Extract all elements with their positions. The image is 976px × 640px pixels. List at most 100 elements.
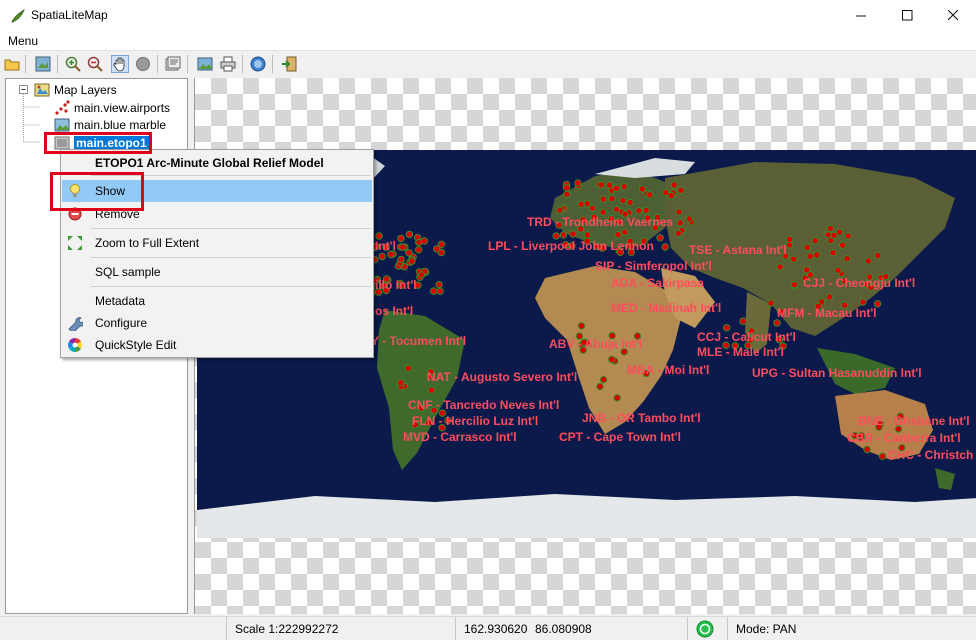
airport-point bbox=[790, 281, 799, 289]
airport-point bbox=[864, 257, 872, 265]
airport-point bbox=[656, 234, 664, 242]
airport-point bbox=[789, 255, 798, 263]
airport-point bbox=[583, 231, 592, 239]
airport-point bbox=[599, 375, 608, 384]
open-icon bbox=[4, 59, 20, 71]
airport-point bbox=[829, 249, 837, 257]
airport-point bbox=[577, 322, 586, 330]
airport-point bbox=[859, 298, 867, 306]
airport-point bbox=[599, 195, 607, 203]
airport-point bbox=[843, 255, 851, 263]
menu-separator bbox=[91, 286, 371, 287]
menu-item-configure[interactable]: Configure bbox=[62, 312, 372, 334]
airport-point bbox=[430, 287, 438, 295]
properties-button[interactable] bbox=[164, 55, 182, 73]
toolbar-separator bbox=[57, 55, 58, 73]
tree-layer-blue-marble[interactable]: main.blue marble bbox=[54, 116, 166, 133]
map-label: SIP - Simferopol Int'l bbox=[595, 259, 712, 273]
tree-root-label: Map Layers bbox=[54, 82, 117, 97]
airport-point bbox=[813, 251, 821, 259]
tree-layer-label: main.view.airports bbox=[74, 100, 171, 115]
airport-point bbox=[826, 224, 835, 233]
tree-layer-label: main.blue marble bbox=[74, 117, 167, 132]
print-button[interactable] bbox=[219, 55, 237, 73]
map-label: MLE - Male Int'l bbox=[697, 345, 784, 359]
airport-point bbox=[427, 386, 436, 394]
airport-point bbox=[670, 181, 678, 189]
pan-icon bbox=[113, 57, 125, 72]
airport-point bbox=[408, 257, 416, 265]
toolbar bbox=[0, 51, 976, 77]
map-label: CJJ - Cheongju Int'l bbox=[803, 276, 916, 290]
point-layer-icon bbox=[55, 99, 70, 115]
airport-point bbox=[433, 245, 441, 253]
menu-item-label: Zoom to Full Extent bbox=[95, 236, 200, 250]
menu-item-quickstyle-edit[interactable]: QuickStyle Edit bbox=[62, 334, 372, 356]
airport-point bbox=[863, 445, 871, 454]
app-icon bbox=[11, 8, 25, 23]
window-title: SpatiaLiteMap bbox=[31, 8, 108, 22]
airport-point bbox=[605, 181, 614, 189]
layer-add-icon bbox=[35, 56, 51, 72]
map-label: TRD - Trondheim Vaernes bbox=[527, 215, 674, 229]
airport-point bbox=[397, 234, 405, 243]
maximize-button[interactable] bbox=[884, 0, 930, 31]
zoom-in-button[interactable] bbox=[64, 55, 82, 73]
zoom-out-button[interactable] bbox=[86, 55, 104, 73]
layer-add-button[interactable] bbox=[34, 55, 52, 73]
close-button[interactable] bbox=[930, 0, 976, 31]
airport-point bbox=[803, 266, 811, 274]
menu-item-zoom-full-extent[interactable]: Zoom to Full Extent bbox=[62, 232, 372, 254]
map-label: CHC - Christch bbox=[888, 448, 974, 462]
tree-layer-airports[interactable]: main.view.airports bbox=[54, 99, 170, 116]
wrench-icon bbox=[68, 317, 83, 331]
map-label: MFM - Macau Int'l bbox=[777, 306, 877, 320]
airport-point bbox=[811, 237, 819, 245]
airport-point bbox=[420, 237, 429, 245]
map-label: JNB - OR Tambo Int'l bbox=[582, 411, 701, 425]
toolbar-separator bbox=[242, 55, 243, 73]
toolbar-separator bbox=[272, 55, 273, 73]
airport-point bbox=[834, 266, 842, 274]
airport-point bbox=[667, 191, 675, 200]
toolbar-separator bbox=[25, 55, 26, 73]
airport-point bbox=[677, 186, 685, 195]
toolbar-separator bbox=[187, 55, 188, 73]
airport-point bbox=[785, 235, 794, 244]
airport-point bbox=[613, 394, 621, 402]
identify-button[interactable] bbox=[134, 55, 152, 73]
airport-point bbox=[588, 204, 597, 212]
airport-point bbox=[563, 190, 571, 199]
airport-point bbox=[773, 319, 781, 327]
menu-item-sql-sample[interactable]: SQL sample bbox=[62, 261, 372, 283]
highlight-box-layer bbox=[44, 132, 152, 154]
menu-item-metadata[interactable]: Metadata bbox=[62, 290, 372, 312]
export-image-button[interactable] bbox=[196, 55, 214, 73]
airport-point bbox=[844, 232, 852, 240]
airport-point bbox=[878, 452, 887, 460]
info-button[interactable] bbox=[249, 55, 267, 73]
airport-point bbox=[435, 280, 443, 289]
menu-item-label: Metadata bbox=[95, 294, 146, 308]
minimize-icon bbox=[855, 15, 866, 17]
full-extent-icon bbox=[68, 236, 82, 250]
tree-root-map-layers[interactable]: Map Layers bbox=[34, 81, 117, 98]
map-label: MBA - Moi Int'l bbox=[627, 363, 710, 377]
menu-separator bbox=[91, 257, 371, 258]
airport-point bbox=[415, 246, 423, 254]
map-label: CBR - Canberra Int'l bbox=[847, 431, 961, 445]
airport-point bbox=[417, 271, 426, 279]
airport-point bbox=[635, 207, 643, 215]
airport-point bbox=[404, 364, 413, 372]
color-wheel-icon bbox=[68, 338, 82, 352]
airport-point bbox=[436, 287, 444, 295]
open-button[interactable] bbox=[3, 55, 21, 73]
pan-button[interactable] bbox=[111, 55, 129, 73]
map-label: illo Int'l bbox=[375, 278, 417, 292]
minimize-button[interactable] bbox=[838, 0, 884, 31]
map-label: MVD - Carrasco Int'l bbox=[403, 430, 517, 444]
menu-item-menu[interactable]: Menu bbox=[8, 34, 38, 48]
properties-icon bbox=[165, 56, 181, 71]
exit-button[interactable] bbox=[280, 55, 298, 73]
map-label: CPT - Cape Town Int'l bbox=[559, 430, 681, 444]
